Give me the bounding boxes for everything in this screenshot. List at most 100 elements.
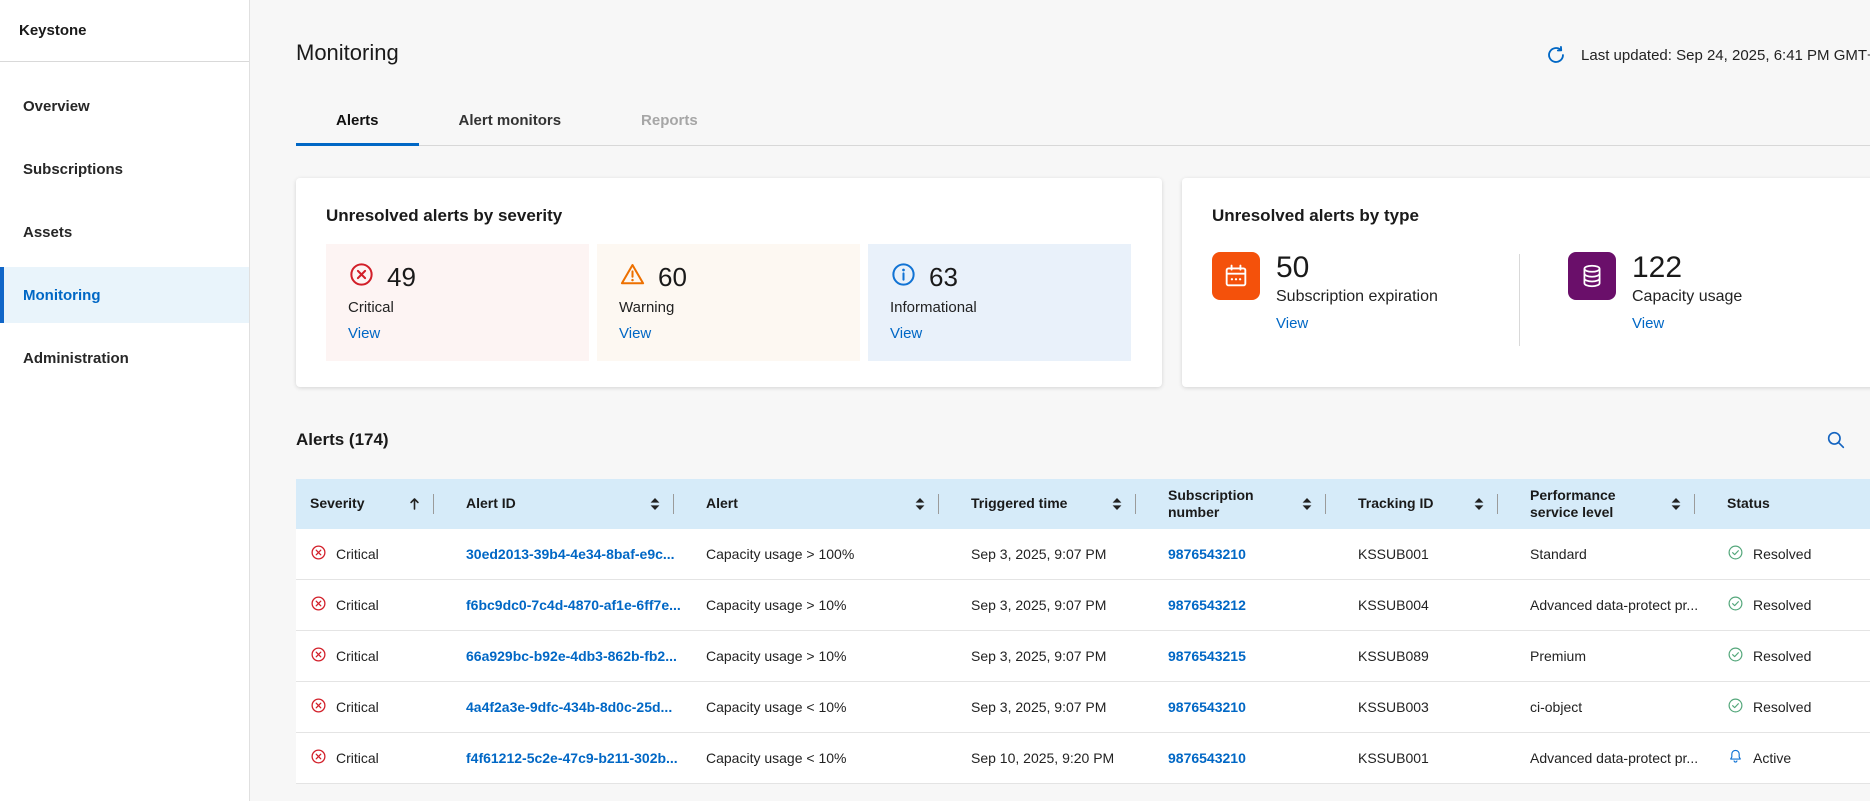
header-divider	[1135, 494, 1136, 514]
sidebar-item-label: Administration	[23, 350, 129, 367]
warning-label: Warning	[619, 299, 838, 316]
page-title: Monitoring	[296, 40, 399, 66]
subscription-number-link[interactable]: 9876543210	[1168, 750, 1246, 766]
alert-id-link[interactable]: 4a4f2a3e-9dfc-434b-8d0c-25d...	[466, 699, 672, 715]
sidebar-item-monitoring[interactable]: Monitoring	[0, 267, 249, 323]
sort-icon[interactable]	[649, 497, 661, 511]
sidebar-item-label: Overview	[23, 98, 90, 115]
resolved-check-icon	[1727, 544, 1744, 564]
column-header-triggered-time[interactable]: Triggered time	[951, 479, 1148, 529]
alert-cell: Capacity usage > 10%	[706, 648, 846, 664]
severity-cell: Critical	[336, 546, 379, 562]
resolved-check-icon	[1727, 646, 1744, 666]
refresh-icon[interactable]	[1543, 42, 1569, 68]
card-title: Unresolved alerts by type	[1212, 206, 1870, 226]
subscription-expiration-count: 50	[1276, 252, 1438, 284]
alert-cell: Capacity usage > 10%	[706, 597, 846, 613]
alerts-table-title: Alerts (174)	[296, 430, 389, 450]
subscription-expiration-view-link[interactable]: View	[1276, 315, 1308, 332]
performance-service-level-cell: Advanced data-protect pr...	[1530, 750, 1698, 766]
resolved-check-icon	[1727, 595, 1744, 615]
column-label: Subscription number	[1168, 487, 1301, 522]
critical-view-link[interactable]: View	[348, 325, 380, 342]
header-divider	[673, 494, 674, 514]
warning-view-link[interactable]: View	[619, 325, 651, 342]
performance-service-level-cell: Premium	[1530, 648, 1586, 664]
tab-bar: Alerts Alert monitors Reports	[296, 98, 1870, 146]
performance-service-level-cell: Advanced data-protect pr...	[1530, 597, 1698, 613]
column-header-alert-id[interactable]: Alert ID	[446, 479, 686, 529]
tracking-id-cell: KSSUB003	[1358, 699, 1429, 715]
sidebar-item-label: Monitoring	[23, 287, 100, 304]
column-header-severity[interactable]: Severity	[296, 479, 446, 529]
capacity-usage-item: 122 Capacity usage View	[1568, 252, 1870, 333]
alert-cell: Capacity usage > 100%	[706, 546, 854, 562]
sort-icon[interactable]	[1670, 497, 1682, 511]
alert-id-link[interactable]: 66a929bc-b92e-4db3-862b-fb2...	[466, 648, 677, 664]
sidebar-item-administration[interactable]: Administration	[0, 330, 249, 386]
unresolved-alerts-by-severity-card: Unresolved alerts by severity 49	[296, 178, 1162, 387]
sidebar-item-overview[interactable]: Overview	[0, 78, 249, 134]
sort-icon[interactable]	[1301, 497, 1313, 511]
sort-icon[interactable]	[1111, 497, 1123, 511]
status-cell: Resolved	[1753, 648, 1811, 664]
brand-title: Keystone	[0, 0, 249, 62]
critical-circle-x-icon	[310, 595, 327, 615]
header-divider	[1694, 494, 1695, 514]
subscription-number-link[interactable]: 9876543210	[1168, 699, 1246, 715]
sidebar-item-subscriptions[interactable]: Subscriptions	[0, 141, 249, 197]
alert-cell: Capacity usage < 10%	[706, 699, 846, 715]
header-divider	[1325, 494, 1326, 514]
subscription-number-link[interactable]: 9876543210	[1168, 546, 1246, 562]
capacity-usage-view-link[interactable]: View	[1632, 315, 1664, 332]
informational-view-link[interactable]: View	[890, 325, 922, 342]
vertical-divider	[1519, 254, 1520, 346]
severity-cell: Critical	[336, 648, 379, 664]
subscription-expiration-item: 50 Subscription expiration View	[1212, 252, 1519, 333]
status-cell: Resolved	[1753, 597, 1811, 613]
column-label: Alert ID	[466, 495, 516, 513]
critical-label: Critical	[348, 299, 567, 316]
database-icon	[1568, 252, 1616, 300]
table-row: Critical 4a4f2a3e-9dfc-434b-8d0c-25d... …	[296, 682, 1870, 733]
status-cell: Resolved	[1753, 699, 1811, 715]
alert-id-link[interactable]: 30ed2013-39b4-4e34-8baf-e9c...	[466, 546, 675, 562]
subscription-number-link[interactable]: 9876543212	[1168, 597, 1246, 613]
alert-id-link[interactable]: f4f61212-5c2e-47c9-b211-302b...	[466, 750, 678, 766]
alerts-table-header: Severity Alert ID Alert	[296, 479, 1870, 529]
card-title: Unresolved alerts by severity	[326, 206, 1132, 226]
tab-reports[interactable]: Reports	[601, 98, 738, 146]
capacity-usage-count: 122	[1632, 252, 1742, 284]
table-row: Critical f4f61212-5c2e-47c9-b211-302b...…	[296, 733, 1870, 784]
tracking-id-cell: KSSUB089	[1358, 648, 1429, 664]
calendar-icon	[1212, 252, 1260, 300]
tab-alert-monitors[interactable]: Alert monitors	[419, 98, 602, 146]
info-circle-icon	[890, 261, 917, 293]
column-header-status[interactable]: Status	[1707, 479, 1870, 529]
subscription-number-link[interactable]: 9876543215	[1168, 648, 1246, 664]
triggered-time-cell: Sep 3, 2025, 9:07 PM	[971, 699, 1106, 715]
header-divider	[938, 494, 939, 514]
column-header-subscription-number[interactable]: Subscription number	[1148, 479, 1338, 529]
main-content: Monitoring Last updated: Sep 24, 2025, 6…	[250, 0, 1870, 801]
column-header-tracking-id[interactable]: Tracking ID	[1338, 479, 1510, 529]
column-header-performance-service-level[interactable]: Performance service level	[1510, 479, 1707, 529]
informational-count: 63	[929, 262, 958, 293]
column-header-alert[interactable]: Alert	[686, 479, 951, 529]
last-updated-area: Last updated: Sep 24, 2025, 6:41 PM GMT+…	[1543, 42, 1870, 68]
tracking-id-cell: KSSUB001	[1358, 750, 1429, 766]
sort-ascending-icon[interactable]	[408, 497, 421, 511]
sidebar: Keystone Overview Subscriptions Assets M…	[0, 0, 250, 801]
status-cell: Resolved	[1753, 546, 1811, 562]
severity-cell: Critical	[336, 597, 379, 613]
sidebar-item-assets[interactable]: Assets	[0, 204, 249, 260]
search-icon[interactable]	[1823, 427, 1849, 453]
alerts-table: Severity Alert ID Alert	[296, 479, 1870, 784]
alert-id-link[interactable]: f6bc9dc0-7c4d-4870-af1e-6ff7e...	[466, 597, 681, 613]
resolved-check-icon	[1727, 697, 1744, 717]
sort-icon[interactable]	[914, 497, 926, 511]
sort-icon[interactable]	[1473, 497, 1485, 511]
column-label: Alert	[706, 495, 738, 513]
tab-alerts[interactable]: Alerts	[296, 98, 419, 146]
critical-circle-x-icon	[310, 544, 327, 564]
